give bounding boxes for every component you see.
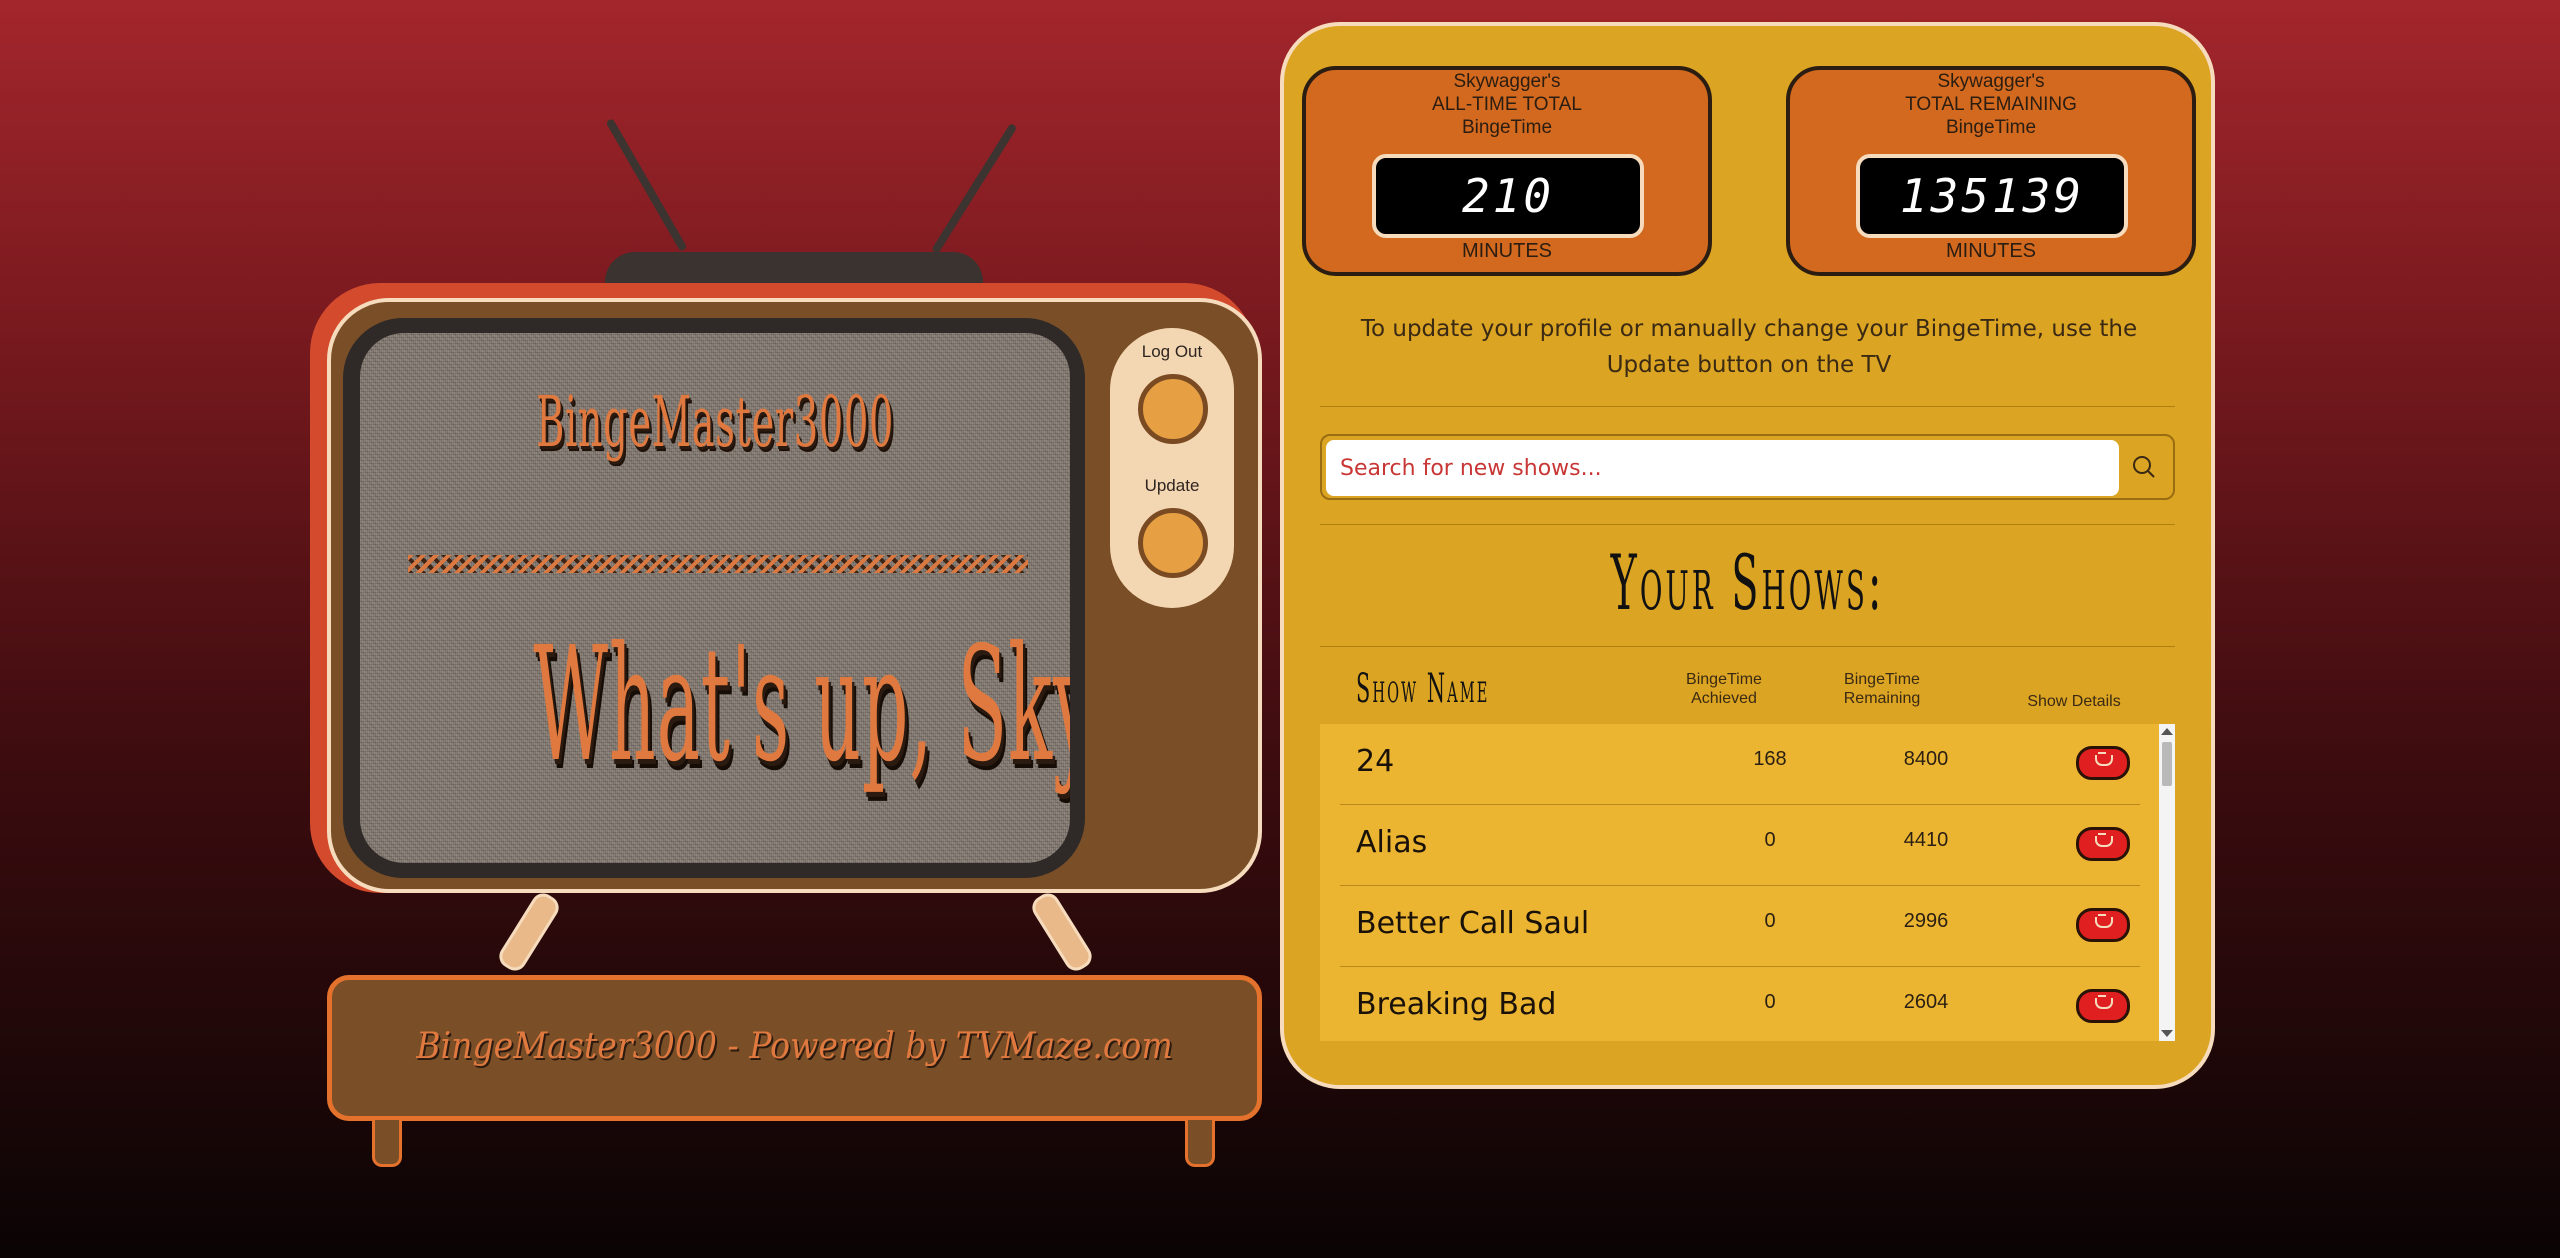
scroll-down-arrow-icon[interactable]: [2161, 1030, 2173, 1037]
column-achieved-line2: Achieved: [1691, 690, 1757, 707]
show-name: Breaking Bad: [1356, 987, 1557, 1022]
divider: [1320, 646, 2175, 647]
divider: [1320, 524, 2175, 525]
counter-owner: Skywagger's: [1937, 71, 2045, 92]
search-bar: [1320, 434, 2175, 500]
column-details: Show Details: [2027, 693, 2121, 710]
counter-heading: Skywagger's ALL-TIME TOTAL BingeTime: [1306, 70, 1708, 139]
update-info-text: To update your profile or manually chang…: [1360, 316, 2138, 378]
shows-scrollbar[interactable]: [2159, 724, 2175, 1041]
total-bingetime-display: 210: [1372, 154, 1644, 238]
zigzag-divider: [408, 555, 1028, 573]
tv-leg-left: [494, 888, 564, 976]
show-name: 24: [1356, 744, 1395, 779]
show-achieved: 168: [1753, 748, 1787, 770]
column-achieved: BingeTime Achieved: [1664, 670, 1784, 708]
show-details-button[interactable]: [2076, 827, 2130, 861]
counter-title: ALL-TIME TOTAL: [1432, 94, 1582, 115]
show-remaining: 2604: [1903, 991, 1949, 1013]
tv-control-panel: Log Out Update: [1110, 328, 1234, 608]
counter-unit: MINUTES: [1462, 240, 1552, 262]
column-show-name: Show Name: [1356, 666, 1490, 712]
list-item: Better Call Saul 0 2996: [1340, 886, 2140, 967]
stand-leg-right: [1185, 1120, 1215, 1167]
logout-knob-button[interactable]: [1138, 374, 1208, 444]
show-details-button[interactable]: [2076, 989, 2130, 1023]
show-remaining: 8400: [1903, 748, 1949, 770]
column-achieved-line1: BingeTime: [1686, 671, 1762, 688]
counter-owner: Skywagger's: [1453, 71, 1561, 92]
shows-list: 24 168 8400 Alias 0 4410 Better Call Sau…: [1320, 724, 2175, 1041]
show-name: Better Call Saul: [1356, 906, 1590, 941]
counter-title: TOTAL REMAINING: [1905, 94, 2077, 115]
list-item: 24 168 8400: [1340, 724, 2140, 805]
binge-panel: Skywagger's ALL-TIME TOTAL BingeTime 210…: [1280, 22, 2215, 1089]
list-item: Breaking Bad 0 2604: [1340, 967, 2140, 1041]
show-achieved: 0: [1764, 910, 1776, 932]
remaining-bingetime-counter: Skywagger's TOTAL REMAINING BingeTime 13…: [1786, 66, 2196, 276]
tv-screen: BingeMaster3000 What's up, Skywagger!: [360, 333, 1070, 863]
search-button[interactable]: [2119, 440, 2169, 496]
stand-caption: BingeMaster3000 - Powered by TVMaze.com: [416, 1026, 1173, 1067]
your-shows-heading: Your Shows:: [1610, 538, 1885, 627]
tv-leg-right: [1027, 888, 1097, 976]
show-remaining: 4410: [1903, 829, 1949, 851]
search-icon: [2133, 455, 2155, 478]
update-knob-button[interactable]: [1138, 508, 1208, 578]
scroll-up-arrow-icon[interactable]: [2161, 728, 2173, 735]
scroll-thumb[interactable]: [2162, 742, 2172, 786]
search-input[interactable]: [1326, 440, 2119, 496]
antenna-right: [931, 122, 1018, 255]
tv-title: BingeMaster3000: [536, 381, 894, 463]
counter-unit: MINUTES: [1946, 240, 2036, 262]
list-item: Alias 0 4410: [1340, 805, 2140, 886]
update-label: Update: [1144, 476, 1200, 495]
show-name: Alias: [1356, 825, 1428, 860]
divider: [1320, 406, 2175, 407]
tv-stand: BingeMaster3000 - Powered by TVMaze.com: [327, 975, 1262, 1121]
counter-sub: BingeTime: [1945, 117, 2037, 138]
counter-sub: BingeTime: [1461, 117, 1553, 138]
column-remaining-line2: Remaining: [1843, 690, 1921, 707]
counter-heading: Skywagger's TOTAL REMAINING BingeTime: [1790, 70, 2192, 139]
total-bingetime-counter: Skywagger's ALL-TIME TOTAL BingeTime 210…: [1302, 66, 1712, 276]
remaining-bingetime-display: 135139: [1856, 154, 2128, 238]
column-remaining: BingeTime Remaining: [1822, 670, 1942, 708]
show-details-button[interactable]: [2076, 746, 2130, 780]
show-remaining: 2996: [1903, 910, 1949, 932]
logout-label: Log Out: [1141, 342, 1203, 361]
show-details-button[interactable]: [2076, 908, 2130, 942]
greeting-text: What's up, Skywagger!: [533, 613, 1070, 797]
column-remaining-line1: BingeTime: [1844, 671, 1920, 688]
stand-leg-left: [372, 1120, 402, 1167]
show-achieved: 0: [1764, 829, 1776, 851]
show-achieved: 0: [1764, 991, 1776, 1013]
antenna-left: [605, 118, 688, 252]
